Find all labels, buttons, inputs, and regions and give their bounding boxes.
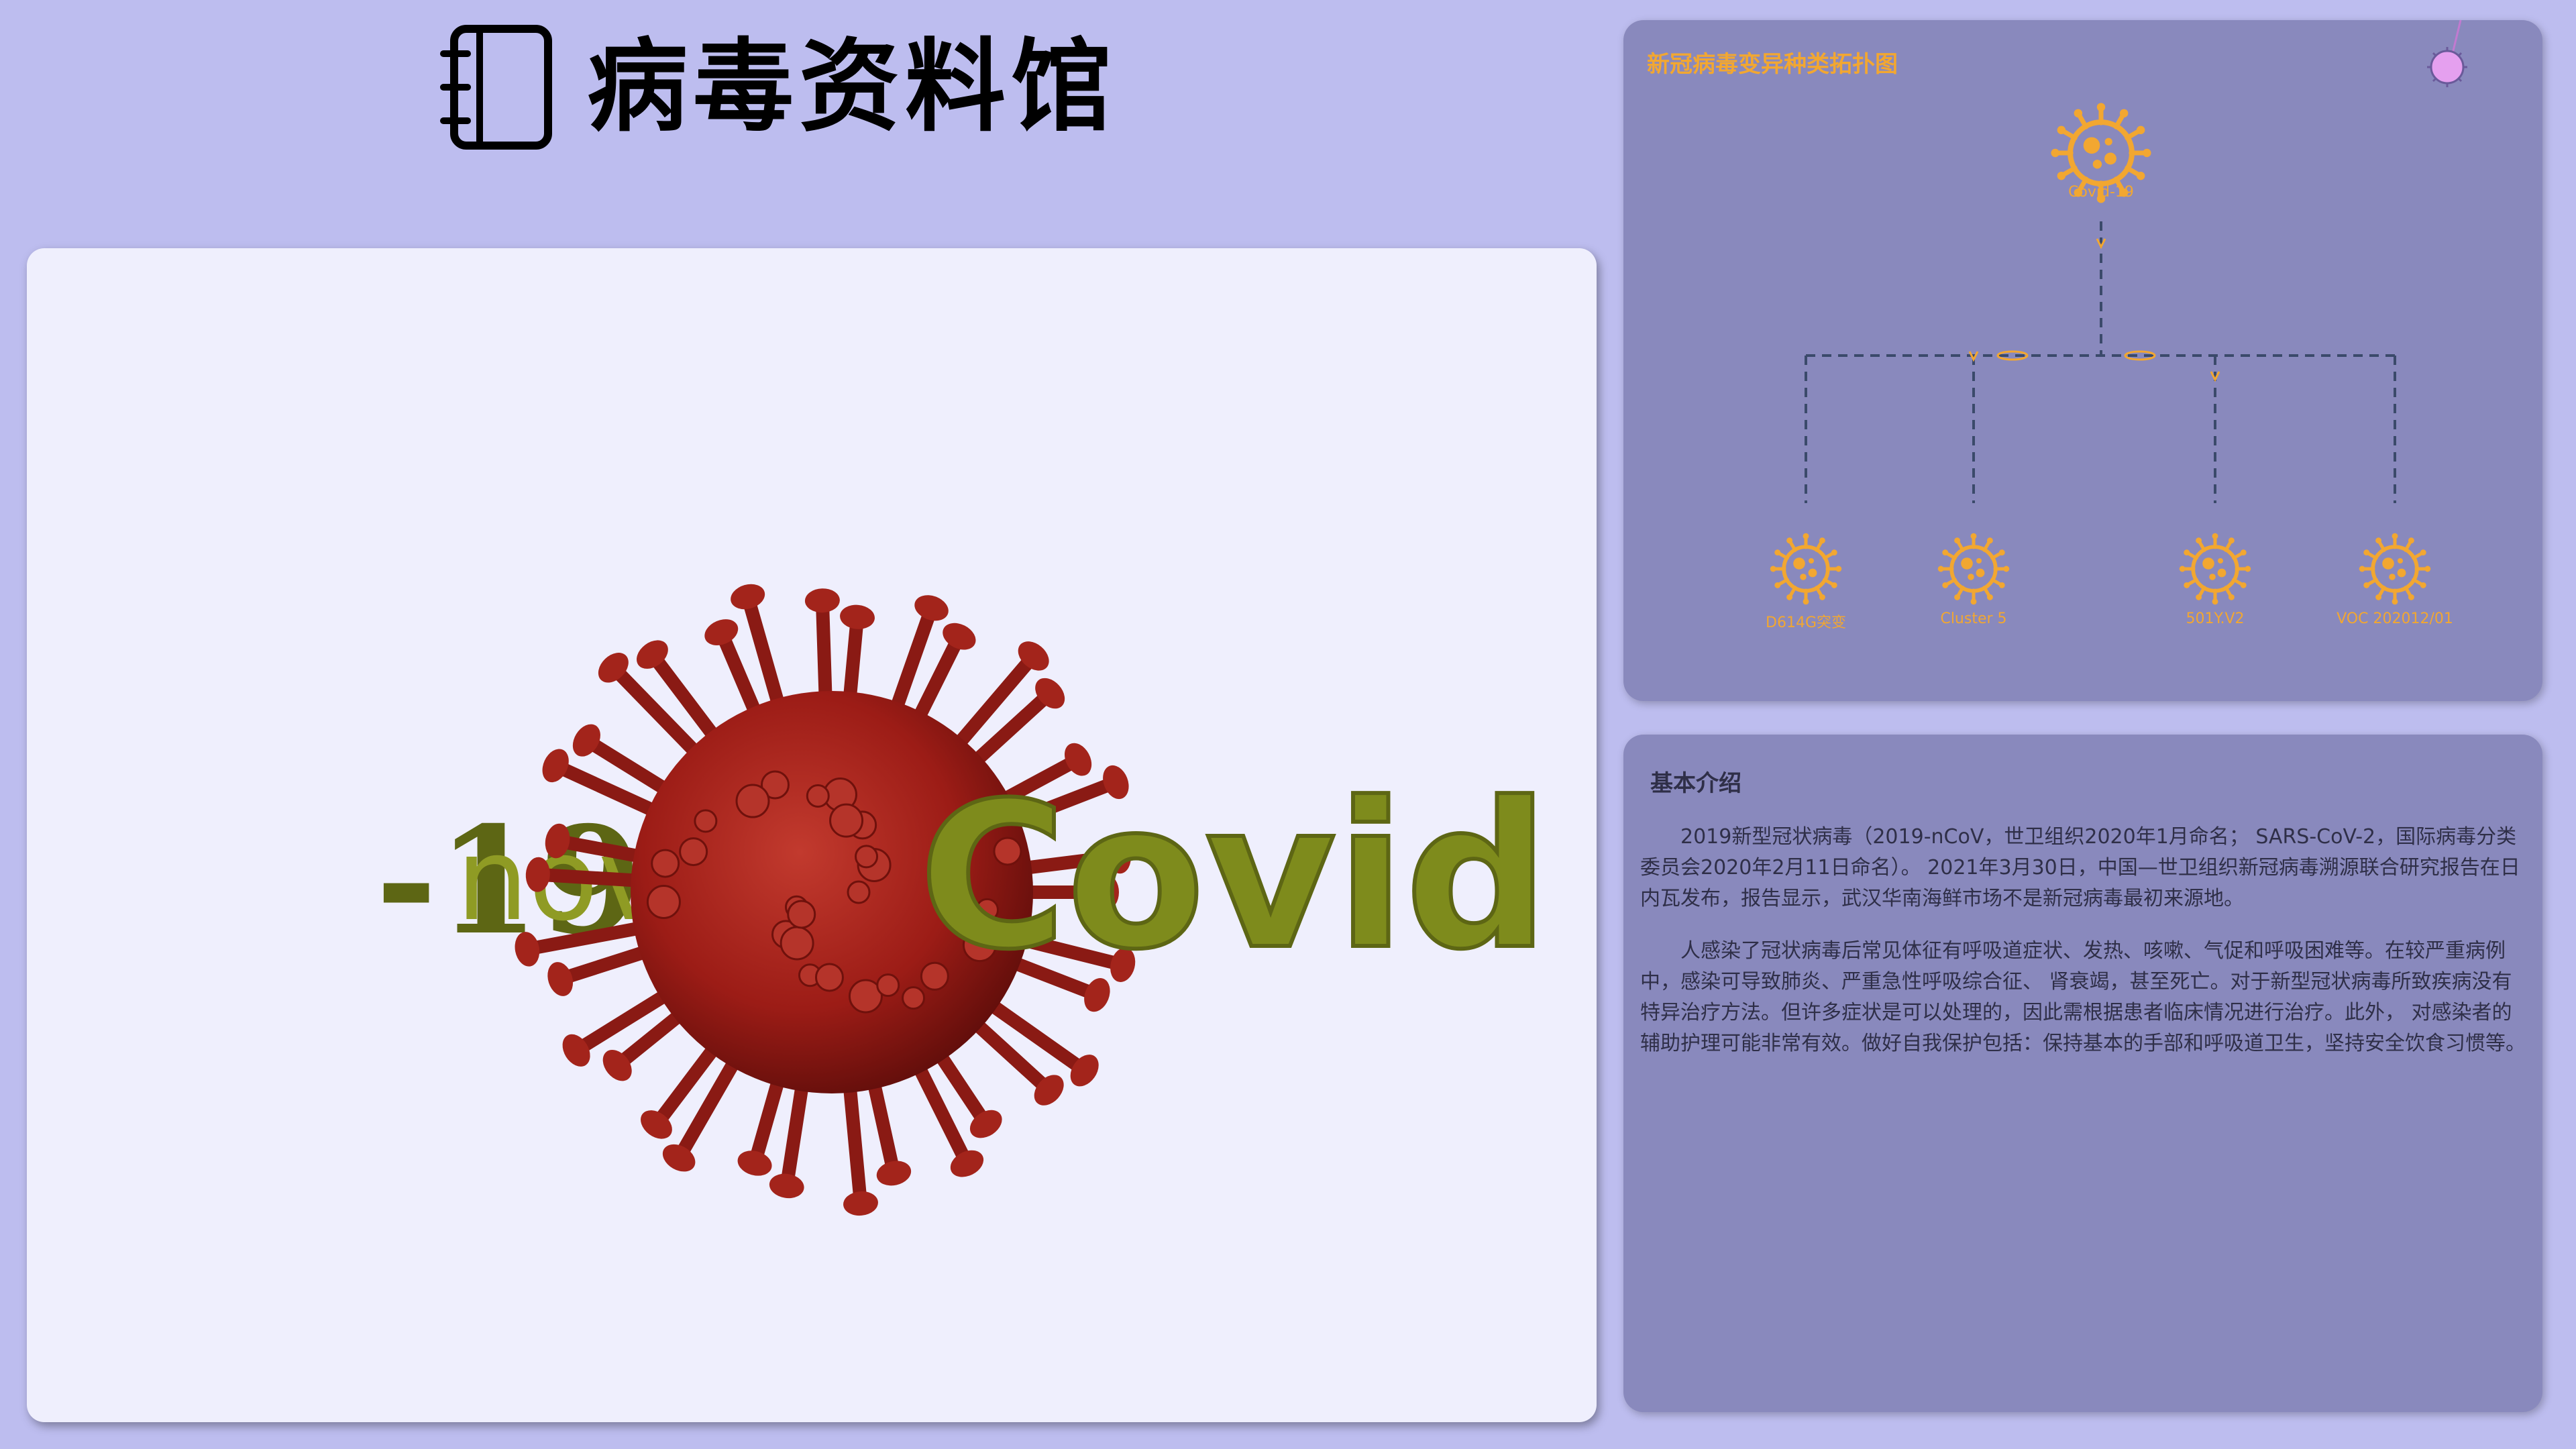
topology-node-variant-virus-icon[interactable] [2359, 533, 2431, 605]
intro-paragraph: 2019新型冠状病毒（2019-nCoV，世卫组织2020年1月命名； SARS… [1640, 825, 2520, 910]
virus-surface-bump [787, 900, 816, 929]
virus-spike [606, 661, 708, 765]
virus-spike [531, 867, 651, 888]
notebook-icon [440, 25, 552, 150]
node-label-variant: VOC 202012/01 [2337, 610, 2453, 627]
topology-graph [1770, 20, 2467, 605]
topology-node-variant-virus-icon[interactable] [2179, 533, 2251, 605]
topology-edges [1805, 221, 2396, 503]
node-label-root: Covid-19 [2068, 184, 2134, 201]
virus-spike [842, 1072, 867, 1211]
intro-body: 2019新型冠状病毒（2019-nCoV，世卫组织2020年1月命名； SARS… [1640, 822, 2529, 1081]
virus-spike [645, 647, 726, 749]
variant-topology-panel: 新冠病毒变异种类拓扑图 Covid-19 D614G突变 Cluster 5 5… [1623, 20, 2542, 701]
3d-model-viewer[interactable]: -19 nove Covid [27, 248, 1597, 1422]
intro-title: 基本介绍 [1650, 770, 1741, 797]
virus-spike-cap [731, 584, 765, 610]
virus-spike [963, 686, 1057, 773]
virus-model-scene[interactable]: -19 nove Covid [27, 248, 1597, 1422]
virus-spike-cap [804, 588, 840, 613]
virus-spike-cap [737, 1150, 772, 1176]
virus-spike [570, 984, 679, 1057]
header: 病毒资料馆 [439, 20, 1117, 154]
virus-surface-bump [694, 809, 718, 833]
virus-spike [714, 625, 765, 727]
node-label-variant: Cluster 5 [1940, 610, 2007, 627]
virus-spike-cap [769, 1173, 804, 1199]
page-title: 病毒资料馆 [587, 29, 1118, 146]
node-label-variant: D614G突变 [1766, 614, 1846, 631]
edge-arrows [1968, 238, 2220, 382]
virus-spike [865, 1069, 901, 1180]
node-label-variant: 501Y.V2 [2186, 610, 2245, 627]
virus-spike-cap [840, 604, 875, 629]
virus-spike [978, 994, 1091, 1077]
virus-spike-cap [704, 619, 739, 646]
virus-surface-bump [679, 837, 708, 867]
virus-surface-bump [829, 803, 864, 838]
virus-spike [748, 1066, 788, 1170]
virus-spike [672, 1048, 745, 1165]
virus-surface-bump [876, 973, 900, 998]
virus-spike-cap [843, 1191, 878, 1216]
text-3d-right: Covid [919, 759, 1549, 994]
intro-panel: 基本介绍 2019新型冠状病毒（2019-nCoV，世卫组织2020年1月命名；… [1623, 735, 2542, 1412]
virus-surface-bump [780, 926, 814, 961]
ornament-virus-icon[interactable] [2427, 47, 2467, 87]
virus-spike [815, 594, 833, 712]
virus-spike-cap [876, 1161, 912, 1186]
intro-paragraph: 人感染了冠状病毒后常见体征有呼吸道症状、发热、咳嗽、气促和呼吸困难等。在较严重病… [1640, 939, 2526, 1055]
virus-surface-bump [814, 963, 844, 992]
virus-surface-bump [651, 849, 680, 878]
topology-node-variant-virus-icon[interactable] [1937, 533, 2010, 605]
virus-surface-bump [847, 880, 871, 904]
virus-spike [780, 1071, 810, 1193]
topology-node-variant-virus-icon[interactable] [1770, 533, 1842, 605]
virus-spike-cap [914, 595, 949, 621]
virus-surface-bump [646, 884, 681, 919]
virus-surface-bump [735, 784, 770, 818]
virus-surface-bump [855, 845, 879, 869]
virus-spike [947, 649, 1040, 757]
virus-surface-bump [806, 784, 830, 808]
